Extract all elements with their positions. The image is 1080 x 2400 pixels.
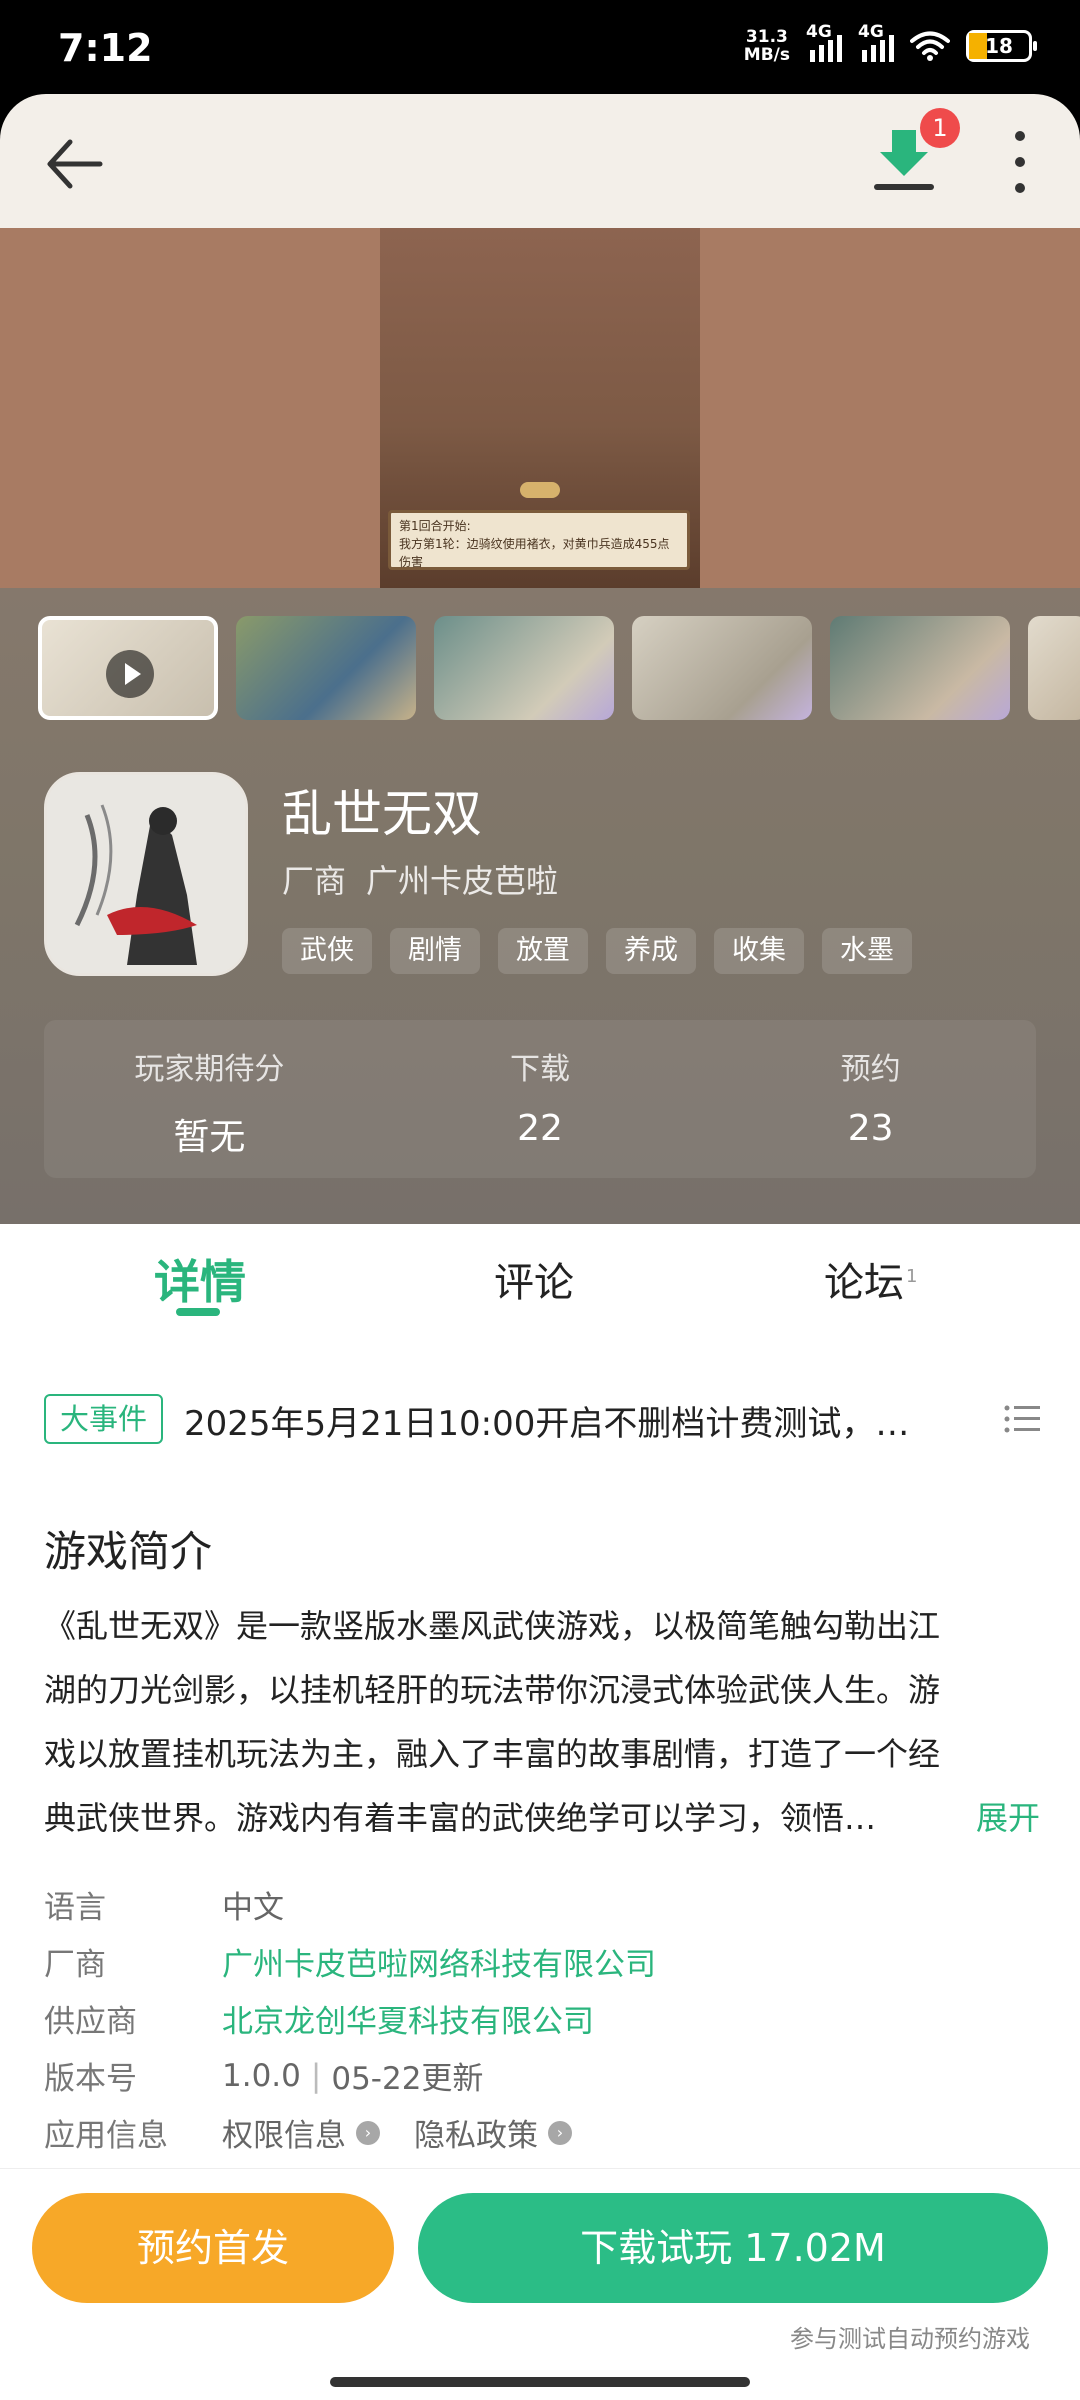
meta-value: 中文: [222, 1890, 284, 1926]
meta-label: 版本号: [44, 2061, 137, 2097]
signal-label: 4G: [806, 22, 832, 42]
more-options-icon[interactable]: [1000, 124, 1040, 200]
thumbnail-strip[interactable]: [38, 616, 1080, 722]
developer-name: 广州卡皮芭啦: [366, 862, 559, 900]
expand-link[interactable]: 展开: [967, 1786, 1040, 1850]
reserve-button[interactable]: 预约首发: [32, 2193, 394, 2303]
signal-icon: 4G: [806, 22, 842, 62]
detail-content: 详情 评论 论坛 1 大事件 2025年5月21日10:00开启不删档计费测试，……: [0, 1224, 1080, 2320]
intro-line: 《乱世无双》是一款竖版水墨风武侠游戏，以极简笔触勾勒出江: [44, 1607, 941, 1645]
game-title: 乱世无双: [282, 785, 482, 843]
thumbnail[interactable]: [434, 616, 614, 720]
tag[interactable]: 养成: [606, 928, 696, 974]
meta-vendor: 厂商 广州卡皮芭啦网络科技有限公司: [44, 1933, 1040, 1990]
tag[interactable]: 水墨: [822, 928, 912, 974]
stat-label: 预约: [840, 1052, 901, 1087]
event-banner[interactable]: 大事件 2025年5月21日10:00开启不删档计费测试，…: [44, 1394, 1040, 1446]
auto-reserve-note: 参与测试自动预约游戏: [790, 2325, 1030, 2353]
tag[interactable]: 放置: [498, 928, 588, 974]
meta-appinfo: 应用信息 权限信息 › 隐私政策 ›: [44, 2104, 1040, 2161]
net-speed-unit: MB/s: [743, 45, 790, 65]
supplier-link[interactable]: 北京龙创华夏科技有限公司: [222, 1996, 594, 2041]
meta-language: 语言 中文: [44, 1876, 1040, 1933]
chevron-right-icon: ›: [548, 2120, 572, 2145]
status-time: 7:12: [58, 26, 153, 70]
meta-label: 供应商: [44, 2004, 137, 2040]
vendor-link[interactable]: 广州卡皮芭啦网络科技有限公司: [222, 1939, 656, 1984]
event-text: 2025年5月21日10:00开启不删档计费测试，…: [184, 1404, 910, 1444]
event-badge: 大事件: [44, 1394, 164, 1444]
permissions-link[interactable]: 权限信息 ›: [222, 2110, 380, 2155]
media-round-tag: [520, 482, 560, 498]
battery-icon: 18: [966, 30, 1037, 62]
divider: |: [310, 2057, 322, 2094]
signal-icon: 4G: [858, 22, 894, 62]
stat-downloads: 下载 22: [375, 1020, 706, 1178]
battery-level: 18: [985, 34, 1013, 58]
version-value: 1.0.0: [222, 2057, 301, 2094]
tab-active-indicator: [176, 1308, 220, 1316]
meta-info: 语言 中文 厂商 广州卡皮芭啦网络科技有限公司 供应商 北京龙创华夏科技有限公司…: [44, 1876, 1040, 2161]
bottom-action-bar: 预约首发 下载试玩 17.02M 参与测试自动预约游戏: [0, 2168, 1080, 2400]
thumbnail[interactable]: [236, 616, 416, 720]
meta-label: 应用信息: [44, 2118, 168, 2154]
thumbnail[interactable]: [1028, 616, 1080, 720]
download-button[interactable]: 下载试玩 17.02M: [418, 2193, 1048, 2303]
stat-value: 22: [517, 1108, 563, 1149]
wifi-icon: [910, 31, 950, 61]
play-icon[interactable]: [106, 650, 154, 698]
download-count-badge: 1: [920, 108, 960, 148]
status-bar: 7:12 31.3 MB/s 4G 4G 18: [0, 0, 1080, 96]
tab-forum-label: 论坛: [824, 1260, 904, 1306]
chevron-right-icon: ›: [356, 2120, 380, 2145]
thumbnail[interactable]: [632, 616, 812, 720]
back-arrow-icon[interactable]: [40, 128, 112, 200]
intro-text: 《乱世无双》是一款竖版水墨风武侠游戏，以极简笔触勾勒出江 湖的刀光剑影，以挂机轻…: [44, 1594, 1040, 1850]
thumbnail-video[interactable]: [38, 616, 218, 720]
stat-reservations: 预约 23: [705, 1020, 1036, 1178]
tag[interactable]: 收集: [714, 928, 804, 974]
thumbnail[interactable]: [830, 616, 1010, 720]
stat-label: 玩家期待分: [134, 1052, 285, 1087]
stat-value: 23: [847, 1108, 894, 1149]
tag-list: 武侠 剧情 放置 养成 收集 水墨: [282, 928, 912, 974]
tab-comment[interactable]: 评论: [494, 1250, 574, 1308]
tag[interactable]: 剧情: [390, 928, 480, 974]
tag[interactable]: 武侠: [282, 928, 372, 974]
game-icon: [44, 772, 248, 976]
battle-dialog: 第1回合开始: 我方第1轮：边骑纹使用褚衣，对黄巾兵造成455点伤害: [388, 510, 690, 570]
net-speed-value: 31.3: [745, 27, 788, 47]
intro-title: 游戏简介: [44, 1527, 213, 1576]
tab-detail[interactable]: 详情: [154, 1246, 246, 1312]
privacy-label: 隐私政策: [414, 2118, 538, 2154]
permissions-label: 权限信息: [222, 2118, 346, 2154]
intro-line: 湖的刀光剑影，以挂机轻肝的玩法带你沉浸式体验武侠人生。游: [44, 1671, 941, 1709]
forum-count: 1: [906, 1265, 918, 1287]
signal-label: 4G: [858, 22, 884, 42]
meta-version: 版本号 1.0.0 | 05-22更新: [44, 2047, 1040, 2104]
developer-row: 厂商 广州卡皮芭啦: [282, 856, 558, 902]
list-icon[interactable]: [1004, 1404, 1040, 1434]
app-header: 1: [0, 94, 1080, 228]
privacy-link[interactable]: 隐私政策 ›: [414, 2110, 572, 2155]
dialog-line: 第1回合开始:: [399, 519, 471, 533]
update-date: 05-22更新: [331, 2061, 484, 2097]
home-indicator[interactable]: [330, 2377, 750, 2387]
meta-label: 厂商: [44, 1947, 106, 1983]
developer-label: 厂商: [282, 862, 347, 900]
stat-value: 暂无: [173, 1117, 246, 1158]
network-speed: 31.3 MB/s: [744, 28, 790, 64]
intro-line: 典武侠世界。游戏内有着丰富的武侠绝学可以学习，领悟…: [44, 1799, 877, 1837]
stat-expectation: 玩家期待分 暂无: [44, 1020, 375, 1178]
game-info-section: 乱世无双 厂商 广州卡皮芭啦 武侠 剧情 放置 养成 收集 水墨 玩家期待分 暂无…: [0, 588, 1080, 1224]
meta-label: 语言: [44, 1890, 106, 1926]
intro-line: 戏以放置挂机玩法为主，融入了丰富的故事剧情，打造了一个经: [44, 1735, 941, 1773]
media-preview[interactable]: 第1回合开始: 我方第1轮：边骑纹使用褚衣，对黄巾兵造成455点伤害: [0, 228, 1080, 588]
stats-panel: 玩家期待分 暂无 下载 22 预约 23: [44, 1020, 1036, 1178]
tab-forum[interactable]: 论坛 1: [824, 1250, 917, 1308]
status-icons: 31.3 MB/s 4G 4G 18: [744, 22, 1037, 64]
meta-supplier: 供应商 北京龙创华夏科技有限公司: [44, 1990, 1040, 2047]
stat-label: 下载: [510, 1052, 570, 1087]
dialog-line: 我方第1轮：边骑纹使用褚衣，对黄巾兵造成455点伤害: [399, 537, 670, 569]
